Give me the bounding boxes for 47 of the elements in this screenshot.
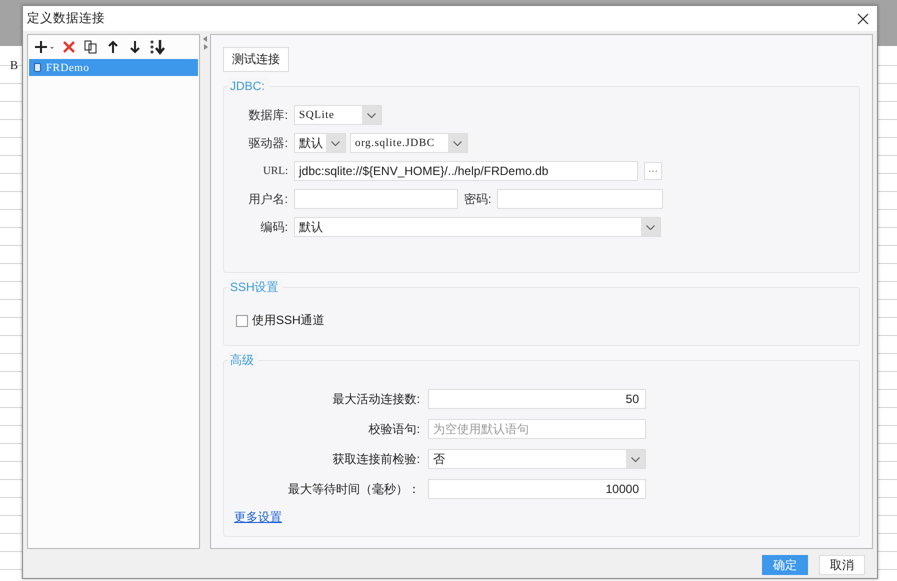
copy-icon — [83, 39, 99, 55]
field-label: 获取连接前检验: — [332, 450, 420, 468]
select-field[interactable]: 否 — [428, 449, 646, 469]
field-label: 数据库: — [248, 106, 288, 124]
chevron-down-icon — [631, 456, 640, 462]
group-title: 高级 — [228, 352, 258, 368]
cancel-button[interactable]: 取消 — [819, 555, 865, 575]
number-field[interactable]: 50 — [428, 389, 646, 409]
browse-button[interactable]: ··· — [644, 162, 662, 180]
collapse-arrows-icon[interactable] — [202, 36, 208, 50]
chevron-down-icon — [367, 112, 376, 118]
close-icon — [857, 12, 869, 24]
select-field[interactable]: 默认 — [294, 217, 661, 237]
add-button[interactable] — [33, 39, 55, 55]
delete-button[interactable] — [61, 39, 77, 55]
copy-button[interactable] — [83, 39, 99, 55]
field-label: 用户名: — [248, 190, 288, 208]
field-label: 最大等待时间（毫秒）： — [287, 480, 420, 498]
checkbox[interactable] — [236, 314, 248, 326]
window-title: 定义数据连接 — [27, 10, 105, 27]
database-icon — [34, 63, 41, 72]
chevron-down-icon — [453, 140, 462, 146]
field-label: 驱动器: — [248, 134, 288, 152]
field-label: 校验语句: — [368, 420, 420, 438]
column-header: B — [10, 58, 20, 73]
password-field[interactable] — [497, 189, 664, 209]
number-field[interactable]: 10000 — [428, 479, 646, 499]
delete-icon — [61, 39, 77, 55]
username-field[interactable] — [294, 189, 458, 209]
close-button[interactable] — [857, 12, 869, 24]
sort-button[interactable] — [149, 39, 167, 55]
more-settings-link[interactable]: 更多设置 — [234, 509, 282, 526]
add-icon — [33, 39, 55, 55]
field-label: URL: — [262, 165, 288, 177]
field-label: 编码: — [260, 218, 288, 236]
group-title: SSH设置 — [228, 279, 283, 295]
select-field[interactable]: org.sqlite.JDBC — [350, 133, 468, 153]
chevron-down-icon — [646, 224, 655, 230]
select-field[interactable]: SQLite — [294, 105, 382, 125]
sort-icon — [149, 39, 167, 55]
url-field[interactable]: jdbc:sqlite://${ENV_HOME}/../help/FRDemo.db — [294, 161, 638, 181]
test-connection-button[interactable]: 测试连接 — [223, 47, 289, 72]
chevron-down-icon — [331, 140, 340, 146]
checkbox-label: 使用SSH通道 — [252, 312, 325, 329]
field-label: 最大活动连接数: — [332, 390, 420, 408]
field-label: 密码: — [464, 190, 492, 208]
select-field[interactable]: 默认 — [294, 133, 346, 153]
